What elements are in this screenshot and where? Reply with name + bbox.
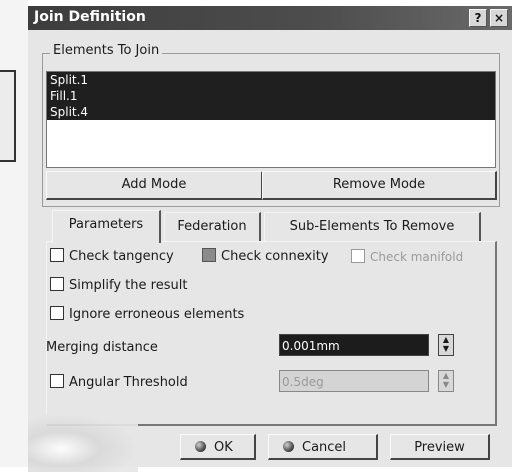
ok-button[interactable]: OK [180,434,256,460]
angular-threshold-spinner: ▲ ▼ [438,370,454,392]
spin-down-icon: ▼ [442,380,450,389]
spin-up-icon: ▲ [442,371,450,380]
decorative-swoosh [28,414,138,472]
background-frame-edge [0,70,16,162]
ignore-erroneous-label: Ignore erroneous elements [69,307,245,322]
ignore-erroneous-option[interactable]: Ignore erroneous elements [50,306,244,324]
angular-threshold-label: Angular Threshold [69,375,188,390]
ok-label: OK [214,440,233,455]
merging-distance-spinner[interactable]: ▲ ▼ [438,334,454,356]
check-connexity-option: Check connexity [202,248,329,266]
cancel-dot-icon [283,441,294,452]
elements-list[interactable]: Split.1 Fill.1 Split.4 [46,71,496,168]
check-manifold-checkbox [351,249,365,263]
cancel-label: Cancel [302,440,347,455]
check-connexity-checkbox [202,248,216,262]
tab-sub-elements-to-remove[interactable]: Sub-Elements To Remove [264,212,481,241]
spin-up-icon[interactable]: ▲ [439,335,453,344]
angular-threshold-option[interactable]: Angular Threshold [50,374,188,392]
tab-federation[interactable]: Federation [164,212,261,241]
check-manifold-option: Check manifold [351,248,463,266]
list-item[interactable]: Split.4 [47,104,495,120]
check-tangency-option[interactable]: Check tangency [50,248,174,266]
simplify-label: Simplify the result [69,278,188,293]
simplify-checkbox[interactable] [50,277,64,291]
title-bar[interactable]: Join Definition ? × [28,6,512,30]
remove-mode-button[interactable]: Remove Mode [262,171,497,200]
ok-dot-icon [195,441,206,452]
help-button[interactable]: ? [469,9,487,27]
cancel-button[interactable]: Cancel [268,434,378,460]
preview-button[interactable]: Preview [390,434,490,460]
simplify-option[interactable]: Simplify the result [50,277,187,295]
spin-down-icon[interactable]: ▼ [439,344,453,353]
merging-distance-field[interactable]: 0.001mm [279,334,429,356]
merging-distance-label: Merging distance [46,340,158,355]
background-panel [0,0,28,467]
check-tangency-checkbox[interactable] [50,248,64,262]
add-mode-button[interactable]: Add Mode [46,171,263,200]
check-connexity-label: Check connexity [221,249,329,264]
window-title: Join Definition [34,9,146,25]
angular-threshold-checkbox[interactable] [50,374,64,388]
tab-parameters[interactable]: Parameters [52,210,161,243]
parameters-panel [46,241,497,426]
list-item[interactable]: Split.1 [47,72,495,88]
elements-group-label: Elements To Join [50,43,163,58]
check-tangency-label: Check tangency [69,249,174,264]
join-definition-dialog: Join Definition ? × Elements To Join Spl… [28,6,512,472]
check-manifold-label: Check manifold [370,250,464,264]
angular-threshold-field: 0.5deg [279,370,429,392]
close-button[interactable]: × [490,9,508,27]
list-item[interactable]: Fill.1 [47,88,495,104]
ignore-erroneous-checkbox[interactable] [50,306,64,320]
